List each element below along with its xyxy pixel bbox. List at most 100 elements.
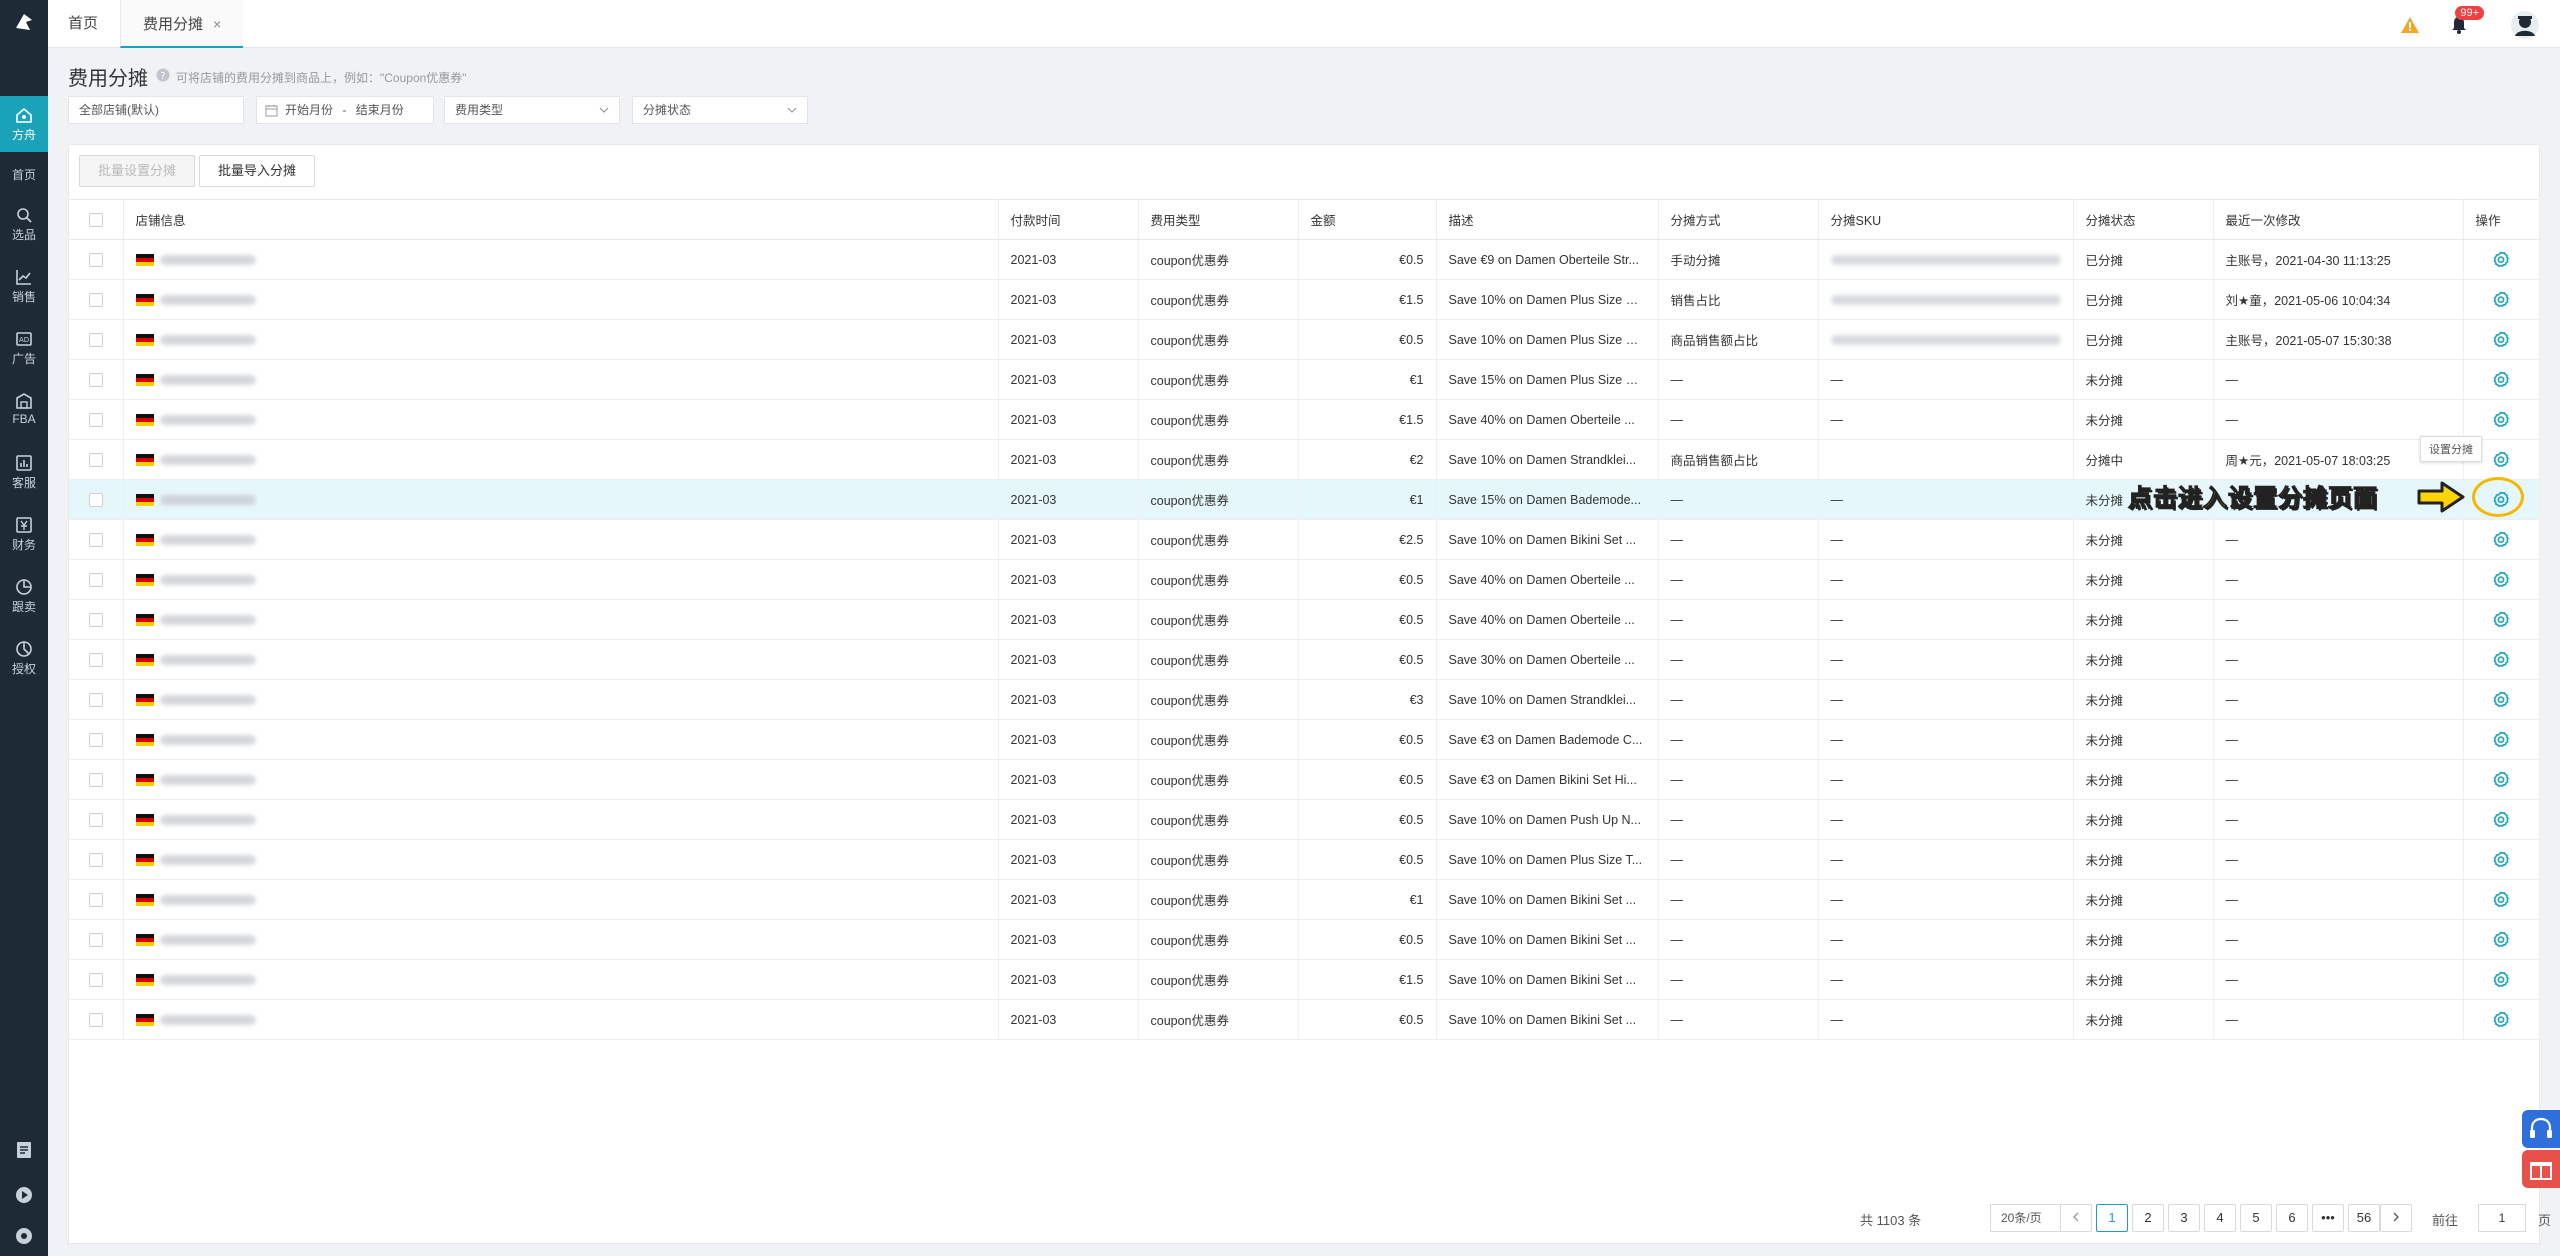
action-cell[interactable] — [2463, 959, 2540, 1000]
col-header-store[interactable]: 店铺信息 — [123, 199, 999, 240]
select-all-checkbox[interactable] — [69, 199, 124, 240]
set-allocation-button[interactable] — [2492, 371, 2510, 387]
set-allocation-button[interactable] — [2492, 891, 2510, 907]
action-cell[interactable] — [2463, 399, 2540, 440]
sidebar-item-follow[interactable]: 跟卖 — [0, 568, 48, 624]
set-allocation-button[interactable] — [2492, 531, 2510, 547]
row-checkbox[interactable] — [69, 559, 124, 600]
col-header-type[interactable]: 费用类型 — [1138, 199, 1299, 240]
action-cell[interactable] — [2463, 999, 2540, 1040]
page-number-button[interactable]: ••• — [2312, 1204, 2344, 1232]
row-checkbox[interactable] — [69, 239, 124, 280]
action-cell[interactable] — [2463, 759, 2540, 800]
col-header-sku[interactable]: 分摊SKU — [1818, 199, 2074, 240]
help-icon[interactable]: ? — [156, 68, 170, 82]
action-cell[interactable] — [2463, 679, 2540, 720]
set-allocation-button[interactable] — [2492, 731, 2510, 747]
table-row[interactable]: 2021-03 coupon优惠券 €0.5 Save 10% on Damen… — [69, 919, 2540, 960]
sidebar-item-ads[interactable]: AD 广告 — [0, 320, 48, 376]
row-checkbox[interactable] — [69, 999, 124, 1040]
page-number-button[interactable]: 6 — [2276, 1204, 2308, 1232]
set-allocation-button[interactable] — [2492, 651, 2510, 667]
action-cell[interactable] — [2463, 279, 2540, 320]
row-checkbox[interactable] — [69, 719, 124, 760]
row-checkbox[interactable] — [69, 759, 124, 800]
row-checkbox[interactable] — [69, 439, 124, 480]
customer-service-button[interactable] — [2522, 1110, 2560, 1148]
row-checkbox[interactable] — [69, 839, 124, 880]
action-cell[interactable] — [2463, 559, 2540, 600]
table-row[interactable]: 2021-03 coupon优惠券 €0.5 Save 10% on Damen… — [69, 839, 2540, 880]
row-checkbox[interactable] — [69, 359, 124, 400]
set-allocation-button[interactable] — [2492, 851, 2510, 867]
warning-icon[interactable] — [2400, 16, 2420, 34]
play-icon[interactable] — [14, 1185, 34, 1205]
set-allocation-button[interactable] — [2492, 931, 2510, 947]
set-allocation-button[interactable] — [2492, 331, 2510, 347]
store-select[interactable]: 全部店铺(默认) — [68, 96, 244, 124]
set-allocation-button[interactable] — [2492, 411, 2510, 427]
row-checkbox[interactable] — [69, 959, 124, 1000]
sidebar-item-service[interactable]: 客服 — [0, 444, 48, 500]
action-cell[interactable] — [2463, 799, 2540, 840]
action-cell[interactable] — [2463, 359, 2540, 400]
row-checkbox[interactable] — [69, 639, 124, 680]
table-row[interactable]: 2021-03 coupon优惠券 €0.5 Save €9 on Damen … — [69, 239, 2540, 280]
page-number-button[interactable]: 3 — [2168, 1204, 2200, 1232]
table-row[interactable]: 2021-03 coupon优惠券 €1 Save 10% on Damen B… — [69, 879, 2540, 920]
table-row[interactable]: 2021-03 coupon优惠券 €2 Save 10% on Damen S… — [69, 439, 2540, 480]
document-icon[interactable] — [14, 1140, 34, 1160]
table-row[interactable]: 2021-03 coupon优惠券 €0.5 Save €3 on Damen … — [69, 759, 2540, 800]
col-header-method[interactable]: 分摊方式 — [1658, 199, 1819, 240]
sidebar-item-sales[interactable]: 销售 — [0, 258, 48, 314]
app-logo-icon[interactable] — [12, 10, 36, 34]
table-row[interactable]: 2021-03 coupon优惠券 €0.5 Save €3 on Damen … — [69, 719, 2540, 760]
set-allocation-button[interactable] — [2492, 811, 2510, 827]
action-cell[interactable] — [2463, 239, 2540, 280]
page-number-button[interactable]: 4 — [2204, 1204, 2236, 1232]
table-row[interactable]: 2021-03 coupon优惠券 €1.5 Save 10% on Damen… — [69, 959, 2540, 1000]
table-row[interactable]: 2021-03 coupon优惠券 €0.5 Save 10% on Damen… — [69, 999, 2540, 1040]
row-checkbox[interactable] — [69, 279, 124, 320]
sidebar-item-ark[interactable]: 方舟 — [0, 96, 48, 152]
batch-import-button[interactable]: 批量导入分摊 — [199, 155, 316, 187]
batch-set-button[interactable]: 批量设置分摊 — [79, 155, 196, 187]
action-cell[interactable] — [2463, 919, 2540, 960]
page-number-button[interactable]: 5 — [2240, 1204, 2272, 1232]
month-range-picker[interactable]: 开始月份 - 结束月份 — [256, 96, 434, 124]
fee-type-select[interactable]: 费用类型 — [444, 96, 620, 124]
avatar[interactable] — [2510, 10, 2540, 40]
set-allocation-button[interactable] — [2492, 451, 2510, 467]
row-checkbox[interactable] — [69, 399, 124, 440]
set-allocation-button[interactable] — [2492, 771, 2510, 787]
row-checkbox[interactable] — [69, 319, 124, 360]
page-number-button[interactable]: 2 — [2132, 1204, 2164, 1232]
row-checkbox[interactable] — [69, 679, 124, 720]
gift-button[interactable] — [2522, 1150, 2560, 1188]
goto-page-input[interactable]: 1 — [2478, 1204, 2526, 1232]
row-checkbox[interactable] — [69, 919, 124, 960]
col-header-amount[interactable]: 金额 — [1298, 199, 1437, 240]
settings-circle-icon[interactable] — [14, 1226, 34, 1246]
table-row[interactable]: 2021-03 coupon优惠券 €0.5 Save 40% on Damen… — [69, 559, 2540, 600]
table-row[interactable]: 2021-03 coupon优惠券 €0.5 Save 10% on Damen… — [69, 799, 2540, 840]
table-row[interactable]: 2021-03 coupon优惠券 €1.5 Save 10% on Damen… — [69, 279, 2540, 320]
action-cell[interactable] — [2463, 839, 2540, 880]
tab-home[interactable]: 首页 — [68, 0, 98, 48]
prev-page-button[interactable] — [2060, 1204, 2092, 1232]
set-allocation-button[interactable] — [2492, 291, 2510, 307]
action-cell[interactable] — [2463, 519, 2540, 560]
set-allocation-button[interactable] — [2492, 251, 2510, 267]
next-page-button[interactable] — [2380, 1204, 2412, 1232]
table-row[interactable]: 2021-03 coupon优惠券 €1 Save 15% on Damen P… — [69, 359, 2540, 400]
sidebar-item-selection[interactable]: 选品 — [0, 196, 48, 252]
table-row[interactable]: 2021-03 coupon优惠券 €0.5 Save 10% on Damen… — [69, 319, 2540, 360]
set-allocation-button[interactable] — [2492, 571, 2510, 587]
tab-fee-allocation[interactable]: 费用分摊 × — [120, 0, 244, 48]
col-header-desc[interactable]: 描述 — [1436, 199, 1659, 240]
table-row[interactable]: 2021-03 coupon优惠券 €0.5 Save 30% on Damen… — [69, 639, 2540, 680]
sidebar-item-auth[interactable]: 授权 — [0, 630, 48, 686]
action-cell[interactable] — [2463, 639, 2540, 680]
col-header-time[interactable]: 付款时间 — [998, 199, 1139, 240]
set-allocation-button[interactable] — [2492, 1011, 2510, 1027]
